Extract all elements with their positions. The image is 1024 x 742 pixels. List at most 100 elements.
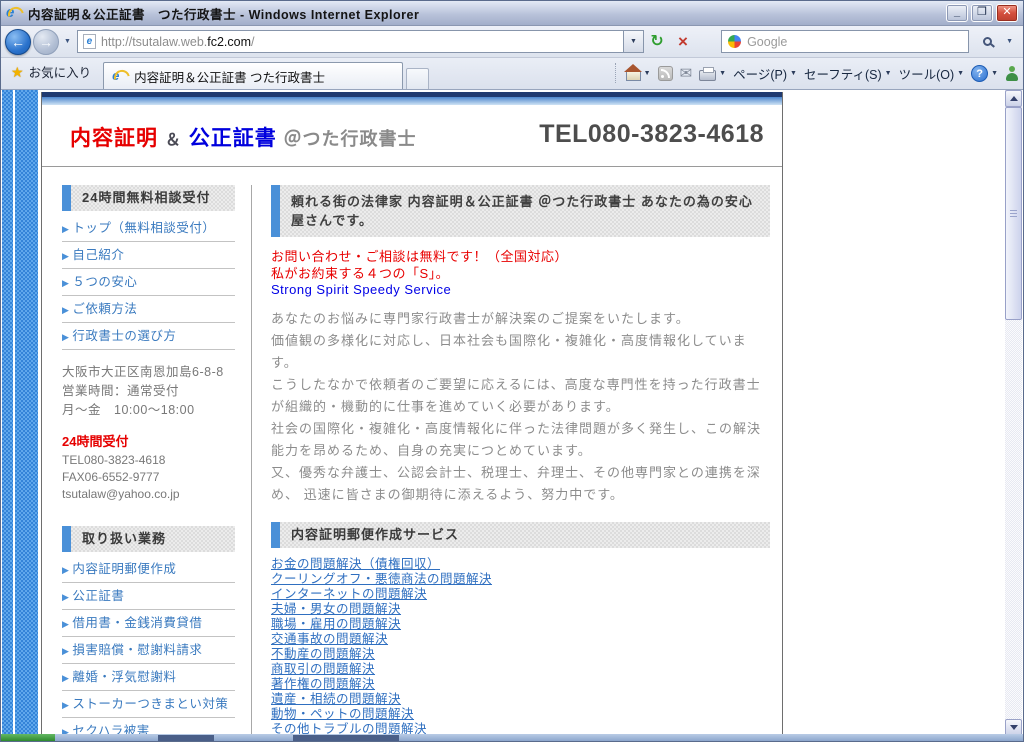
refresh-button[interactable]: ↻ bbox=[644, 29, 670, 54]
favorites-label: お気に入り bbox=[29, 62, 92, 81]
print-button[interactable]: ▼ bbox=[699, 65, 726, 81]
taskbar-task-fragment[interactable] bbox=[293, 735, 399, 741]
sidebar-link[interactable]: ▶離婚・浮気慰謝料 bbox=[62, 664, 235, 691]
sidebar-link[interactable]: ▶トップ（無料相談受付） bbox=[62, 215, 235, 242]
minimize-button[interactable]: _ bbox=[946, 4, 968, 22]
arrow-up-icon bbox=[1010, 96, 1018, 101]
search-button[interactable] bbox=[973, 29, 1001, 54]
home-button[interactable]: ▼ bbox=[626, 66, 651, 81]
triangle-bullet-icon: ▶ bbox=[62, 332, 69, 342]
mail-icon: ✉ bbox=[680, 66, 693, 81]
site-header: 内容証明 ＆ 公正証書 ＠つた行政書士 TEL080-3823-4618 bbox=[42, 105, 782, 167]
active-tab[interactable]: e 内容証明＆公正証書 つた行政書士 bbox=[103, 62, 403, 89]
ie-icon: e bbox=[6, 5, 22, 21]
service-link-list: お金の問題解決（債権回収）クーリングオフ・悪徳商法の問題解決インターネットの問題… bbox=[271, 557, 770, 737]
sidebar-heading-services: 取り扱い業務 bbox=[62, 526, 235, 552]
service-section-heading: 内容証明郵便作成サービス bbox=[271, 522, 770, 548]
service-link[interactable]: 動物・ペットの問題解決 bbox=[271, 707, 414, 721]
service-link[interactable]: お金の問題解決（債権回収） bbox=[271, 557, 440, 571]
search-input[interactable]: Google bbox=[721, 30, 969, 53]
sidebar-link[interactable]: ▶５つの安心 bbox=[62, 269, 235, 296]
home-icon bbox=[626, 71, 641, 81]
scroll-up-button[interactable] bbox=[1005, 90, 1022, 107]
favorites-button[interactable]: ★ お気に入り bbox=[5, 62, 103, 89]
office-address: 大阪市大正区南恩加島6-8-8営業時間：通常受付月～金 10:00～18:00 bbox=[62, 363, 235, 420]
site-title-amp: ＆ bbox=[165, 132, 182, 149]
paragraph: 価値観の多様化に対応し、日本社会も国際化・複雑化・高度情報化しています。 bbox=[271, 330, 770, 374]
history-dropdown-icon[interactable]: ▼ bbox=[64, 38, 71, 45]
service-link[interactable]: 遺産・相続の問題解決 bbox=[271, 692, 401, 706]
contact-info: TEL080-3823-4618FAX06-6552-9777tsutalaw@… bbox=[62, 452, 235, 503]
back-button[interactable]: ← bbox=[5, 29, 31, 55]
service-link[interactable]: 交通事故の問題解決 bbox=[271, 632, 388, 646]
service-link[interactable]: インターネットの問題解決 bbox=[271, 587, 427, 601]
address-dropdown-button[interactable]: ▼ bbox=[624, 30, 644, 53]
contact-line: tsutalaw@yahoo.co.jp bbox=[62, 486, 235, 503]
toolbar-separator bbox=[615, 63, 616, 83]
feeds-button[interactable] bbox=[658, 66, 673, 81]
sidebar-link[interactable]: ▶ストーカーつきまとい対策 bbox=[62, 691, 235, 718]
sidebar: 24時間無料相談受付 ▶トップ（無料相談受付） ▶自己紹介 ▶５つの安心 ▶ご依… bbox=[62, 185, 252, 736]
refresh-icon: ↻ bbox=[650, 34, 663, 50]
page-background-stripe bbox=[15, 90, 38, 736]
page-viewport: 内容証明 ＆ 公正証書 ＠つた行政書士 TEL080-3823-4618 24時… bbox=[2, 90, 1022, 736]
arrow-down-icon bbox=[1010, 725, 1018, 730]
hours-label: 24時間受付 bbox=[62, 431, 235, 450]
start-button-fragment[interactable] bbox=[1, 734, 55, 741]
sidebar-link[interactable]: ▶借用書・金銭消費貸借 bbox=[62, 610, 235, 637]
service-link[interactable]: 商取引の問題解決 bbox=[271, 662, 375, 676]
sidebar-link[interactable]: ▶自己紹介 bbox=[62, 242, 235, 269]
navigation-bar: ← → ▼ e http://tsutalaw.web.fc2.com/ ▼ ↻… bbox=[1, 26, 1023, 58]
sidebar-link[interactable]: ▶ご依頼方法 bbox=[62, 296, 235, 323]
service-link[interactable]: 不動産の問題解決 bbox=[271, 647, 375, 661]
help-icon: ? bbox=[971, 65, 988, 82]
triangle-bullet-icon: ▶ bbox=[62, 592, 69, 602]
thumb-grip-icon bbox=[1010, 210, 1017, 218]
messenger-icon bbox=[1005, 66, 1019, 81]
service-link[interactable]: 著作権の問題解決 bbox=[271, 677, 375, 691]
read-mail-button[interactable]: ✉ bbox=[680, 66, 693, 81]
command-bar: ▼ ✉ ▼ ページ(P)▼ セーフティ(S)▼ ツール(O)▼ ?▼ bbox=[615, 63, 1019, 89]
search-options-icon[interactable]: ▼ bbox=[1006, 38, 1013, 45]
forward-button[interactable]: → bbox=[33, 29, 59, 55]
address-bar[interactable]: e http://tsutalaw.web.fc2.com/ bbox=[77, 30, 624, 53]
sidebar-link[interactable]: ▶損害賠償・慰謝料請求 bbox=[62, 637, 235, 664]
site-title-red: 内容証明 bbox=[70, 127, 158, 150]
service-link[interactable]: 夫婦・男女の問題解決 bbox=[271, 602, 401, 616]
stop-button[interactable]: × bbox=[670, 29, 696, 54]
vertical-scrollbar[interactable] bbox=[1005, 90, 1022, 736]
safety-menu[interactable]: セーフティ(S)▼ bbox=[804, 64, 892, 83]
sidebar-link[interactable]: ▶行政書士の選び方 bbox=[62, 323, 235, 350]
sidebar-link[interactable]: ▶内容証明郵便作成 bbox=[62, 556, 235, 583]
triangle-bullet-icon: ▶ bbox=[62, 251, 69, 261]
tools-menu[interactable]: ツール(O)▼ bbox=[899, 64, 965, 83]
sidebar-link[interactable]: ▶公正証書 bbox=[62, 583, 235, 610]
address-line: 大阪市大正区南恩加島6-8-8 bbox=[62, 363, 235, 382]
taskbar-task-fragment[interactable] bbox=[158, 735, 214, 741]
paragraph: 又、優秀な弁護士、公認会計士、税理士、弁理士、その他専門家との連携を深め、 迅速… bbox=[271, 462, 770, 506]
tab-bar: ★ お気に入り e 内容証明＆公正証書 つた行政書士 ▼ ✉ ▼ ページ(P)▼… bbox=[1, 58, 1023, 90]
taskbar-sliver bbox=[1, 734, 1024, 741]
close-button[interactable]: ✕ bbox=[996, 4, 1018, 22]
scrollbar-thumb[interactable] bbox=[1005, 107, 1022, 320]
messenger-button[interactable] bbox=[1005, 66, 1019, 81]
triangle-bullet-icon: ▶ bbox=[62, 673, 69, 683]
help-button[interactable]: ?▼ bbox=[971, 65, 998, 82]
page-favicon-icon: e bbox=[83, 34, 96, 49]
intro-paragraphs: あなたのお悩みに専門家行政書士が解決案のご提案をいたします。価値観の多様化に対応… bbox=[271, 308, 770, 506]
sidebar-menu-1: ▶トップ（無料相談受付） ▶自己紹介 ▶５つの安心 ▶ご依頼方法 ▶行政書士の選… bbox=[62, 215, 235, 350]
header-phone-number: TEL080-3823-4618 bbox=[539, 120, 764, 149]
service-link[interactable]: クーリングオフ・悪徳商法の問題解決 bbox=[271, 572, 492, 586]
title-bar: e 内容証明＆公正証書 つた行政書士 - Windows Internet Ex… bbox=[1, 1, 1023, 26]
printer-icon bbox=[699, 70, 716, 81]
url-text[interactable]: http://tsutalaw.web.fc2.com/ bbox=[101, 35, 255, 49]
sidebar-heading-consultation: 24時間無料相談受付 bbox=[62, 185, 235, 211]
window-title: 内容証明＆公正証書 つた行政書士 - Windows Internet Expl… bbox=[28, 4, 940, 23]
new-tab-button[interactable] bbox=[406, 68, 429, 89]
triangle-bullet-icon: ▶ bbox=[62, 224, 69, 234]
service-link[interactable]: 職場・雇用の問題解決 bbox=[271, 617, 401, 631]
page-menu[interactable]: ページ(P)▼ bbox=[733, 64, 797, 83]
promo-line-free: お問い合わせ・ご相談は無料です！（全国対応） bbox=[271, 249, 770, 266]
site-title: 内容証明 ＆ 公正証書 ＠つた行政書士 bbox=[70, 122, 417, 152]
restore-button[interactable]: ❐ bbox=[971, 4, 993, 22]
